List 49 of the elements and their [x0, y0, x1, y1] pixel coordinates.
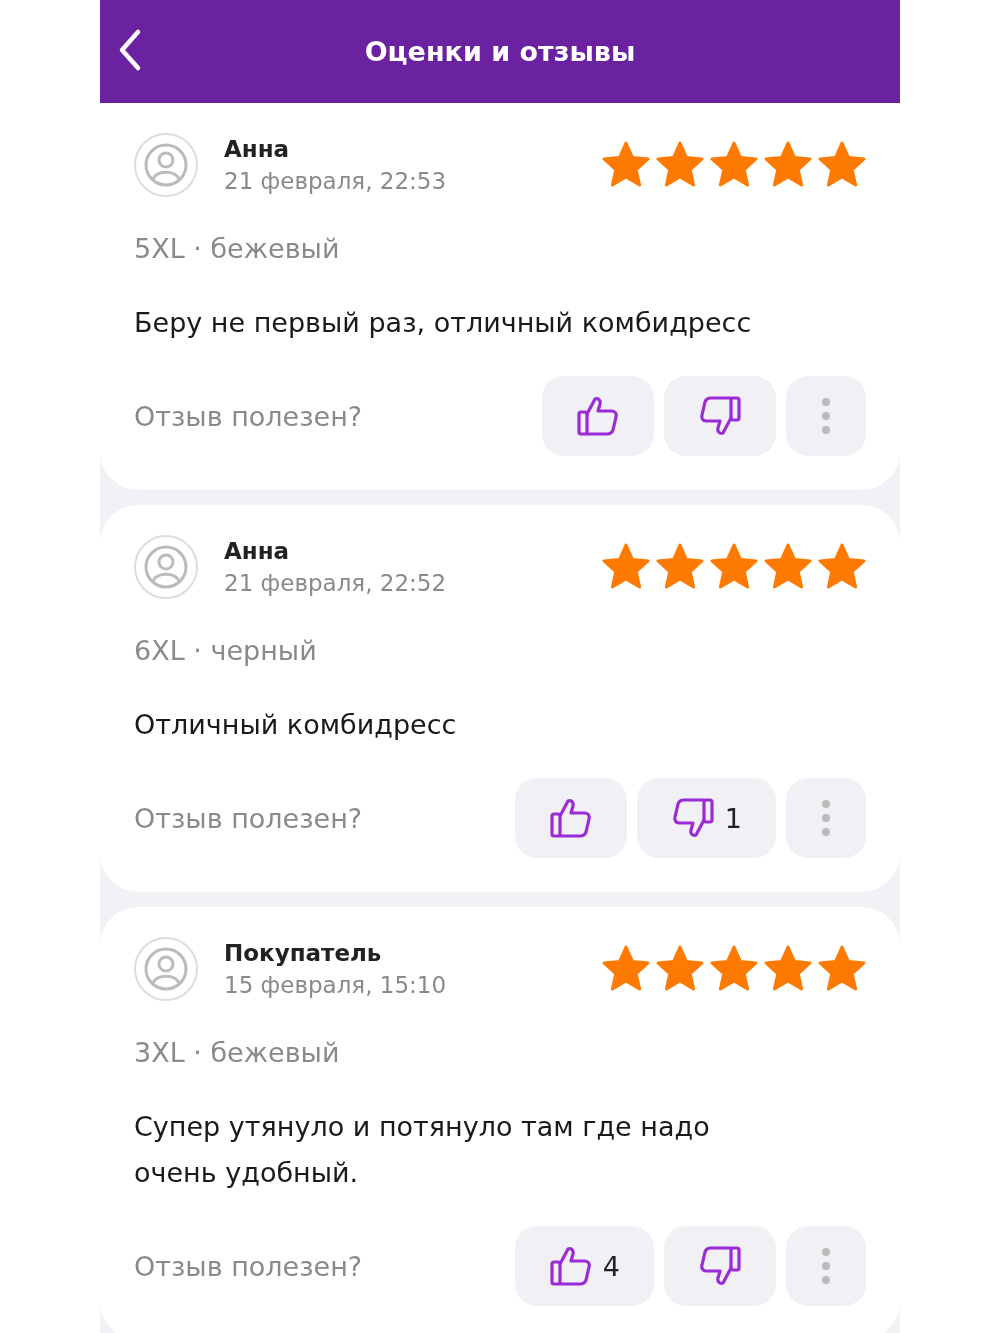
product-variant: 6XL · черный [134, 635, 318, 666]
screen-title: Оценки и отзывы [364, 36, 636, 67]
star-icon [602, 945, 650, 993]
more-icon [821, 396, 831, 436]
star-icon [710, 141, 758, 189]
review-text: Отличный комбидресс [134, 708, 458, 742]
product-variant: 5XL · бежевый [134, 233, 341, 264]
avatar-icon [134, 133, 198, 197]
star-icon [710, 945, 758, 993]
dislike-button[interactable]: 1 [636, 778, 776, 858]
product-variant: 3XL · бежевый [134, 1037, 341, 1068]
dislike-button[interactable] [664, 376, 776, 456]
review-text: Супер утянуло и потянуло там где надо очень удобный. [134, 1110, 711, 1190]
reviewer-name: Анна [224, 136, 291, 162]
star-icon [656, 945, 704, 993]
review-date: 21 февраля, 22:52 [224, 570, 448, 596]
like-button[interactable]: 4 [514, 1226, 654, 1306]
review-date: 21 февраля, 22:53 [224, 168, 448, 194]
thumbs-down-icon [698, 394, 742, 438]
helpful-prompt: Отзыв полезен? [134, 400, 364, 432]
thumbs-up-icon [548, 1244, 593, 1288]
more-icon [821, 798, 831, 838]
review-text: Беру не первый раз, отличный комбидресс [134, 306, 753, 340]
star-icon [656, 543, 704, 591]
thumbs-up-icon [576, 394, 620, 438]
like-button[interactable] [514, 778, 627, 858]
star-icon [764, 141, 812, 189]
reviewer-name: Анна [224, 538, 291, 564]
helpful-prompt: Отзыв полезен? [134, 1250, 364, 1282]
like-button[interactable] [542, 376, 654, 456]
star-icon [818, 141, 866, 189]
star-icon [656, 141, 704, 189]
thumbs-up-icon [548, 796, 593, 840]
star-icon [818, 543, 866, 591]
reviewer-name: Покупатель [224, 940, 383, 966]
star-icon [818, 945, 866, 993]
star-icon [602, 141, 650, 189]
dislike-button[interactable] [664, 1226, 776, 1306]
thumbs-down-icon [698, 1244, 742, 1288]
star-icon [710, 543, 758, 591]
more-icon [821, 1246, 831, 1286]
star-icon [764, 945, 812, 993]
helpful-prompt: Отзыв полезен? [134, 802, 364, 834]
avatar-icon [134, 937, 198, 1001]
star-icon [764, 543, 812, 591]
avatar-icon [134, 535, 198, 599]
review-date: 15 февраля, 15:10 [224, 972, 448, 998]
star-icon [602, 543, 650, 591]
thumbs-down-icon [670, 796, 715, 840]
